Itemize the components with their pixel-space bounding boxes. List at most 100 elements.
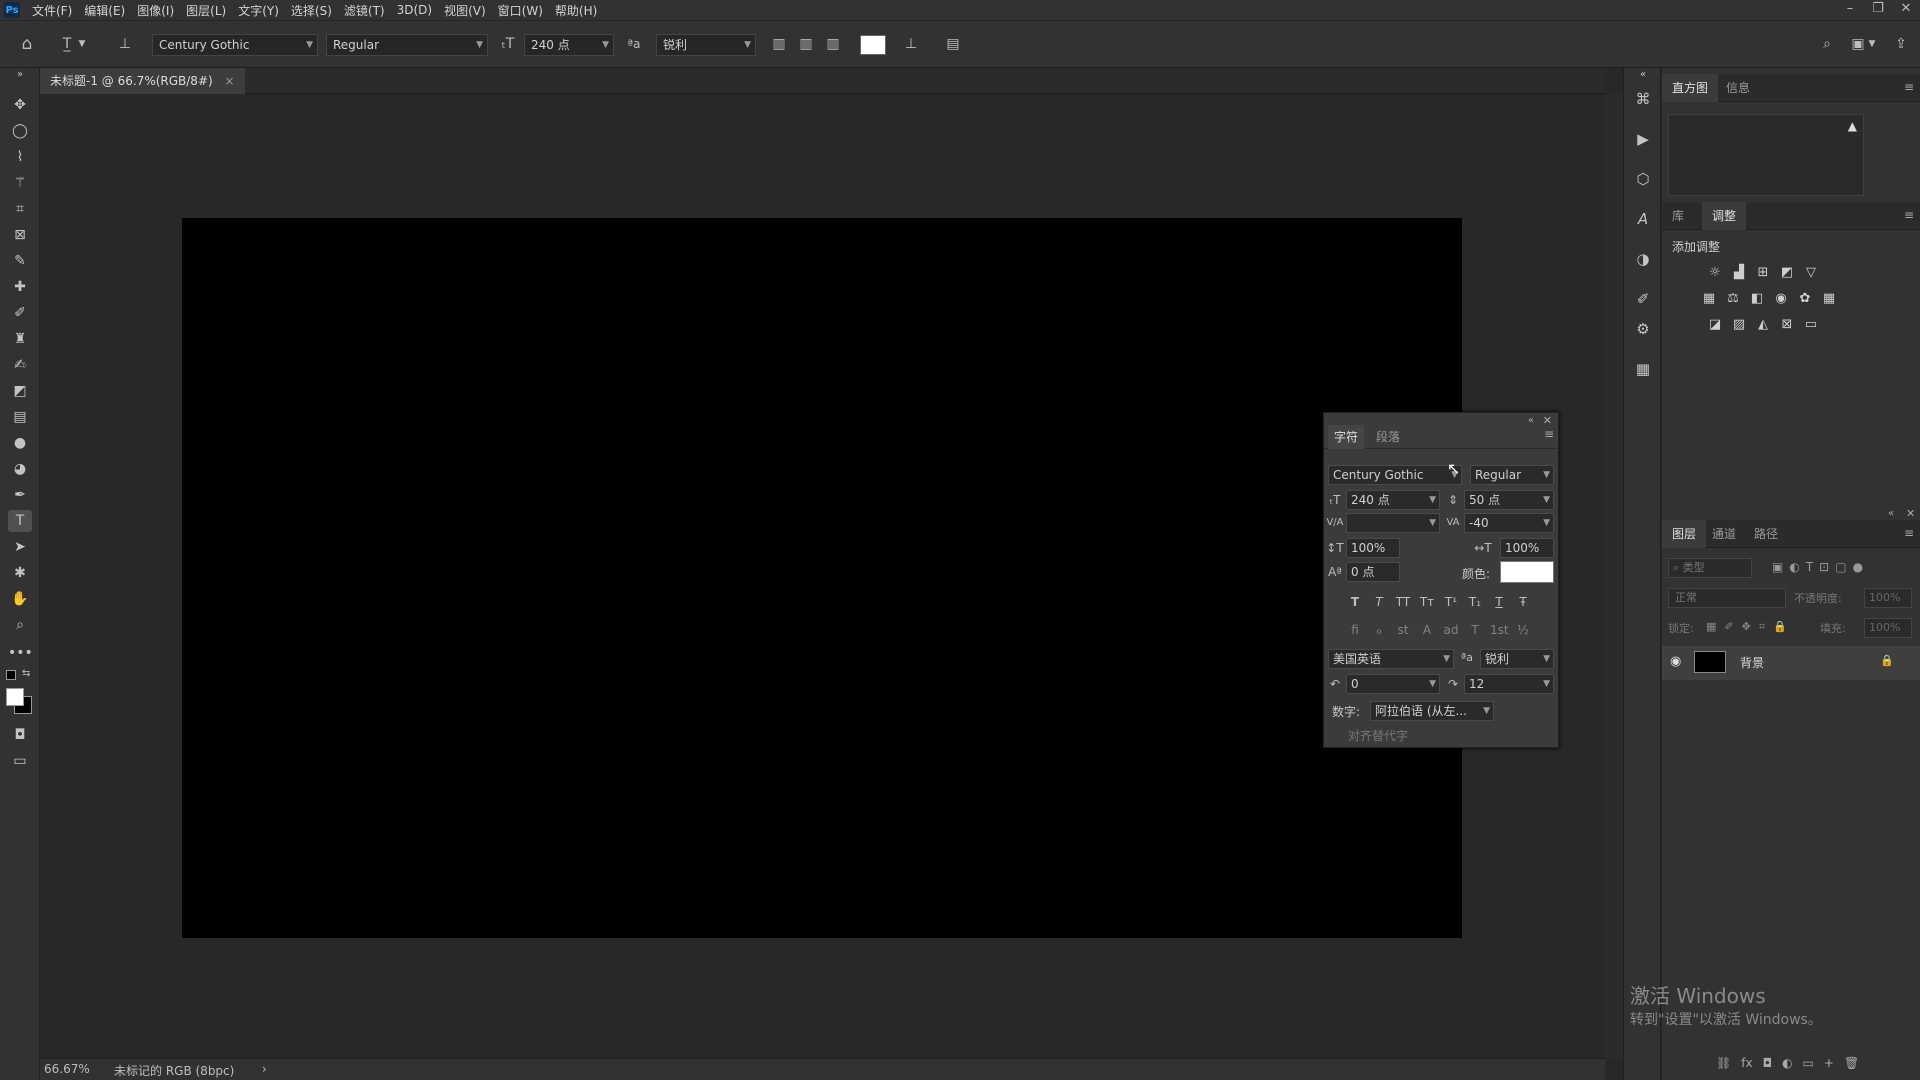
lock-image-icon[interactable]: ✐ [1724,620,1733,634]
swap-colors-icon[interactable]: ⇆ [22,668,30,679]
panel-menu-icon[interactable]: ≡ [1904,526,1914,540]
menu-3d[interactable]: 3D(D) [391,3,438,17]
shape-tool-icon[interactable]: ✱ [8,562,32,584]
color-lookup-adjust-icon[interactable]: ▦ [1820,290,1838,308]
tab-info[interactable]: 信息 [1716,74,1760,102]
warning-icon[interactable]: ▲ [1848,119,1857,133]
brush-tool-icon[interactable]: ✐ [8,302,32,324]
hue-saturation-adjust-icon[interactable]: ▦ [1700,290,1718,308]
invert-adjust-icon[interactable]: ◪ [1706,316,1724,334]
ligature-button[interactable]: ﬁ [1346,621,1364,639]
close-tab-icon[interactable]: × [225,74,235,88]
collapse-strip-icon[interactable]: « [1632,68,1654,82]
discretionary-ligature-button[interactable]: st [1394,621,1412,639]
3d-panel-icon[interactable]: ⬡ [1632,168,1654,190]
more-tools-icon[interactable]: ••• [8,642,33,664]
filter-type-icon[interactable]: T [1806,560,1813,574]
char-kerning-field[interactable]: ▼ [1346,513,1440,533]
photo-filter-adjust-icon[interactable]: ◉ [1772,290,1790,308]
frame-tool-icon[interactable]: ⊠ [8,224,32,246]
add-mask-icon[interactable]: ◘ [1763,1056,1773,1070]
eraser-tool-icon[interactable]: ◩ [8,380,32,402]
fractions-button[interactable]: ½ [1514,621,1532,639]
delete-layer-icon[interactable]: 🗑 [1844,1056,1859,1070]
collapse-toolbar-icon[interactable]: » [8,68,32,82]
underline-button[interactable]: T [1490,593,1508,611]
panel-menu-icon[interactable]: ≡ [1904,208,1914,222]
canvas[interactable] [182,218,1462,938]
gradient-map-adjust-icon[interactable]: ▭ [1802,316,1820,334]
channel-mixer-adjust-icon[interactable]: ✿ [1796,290,1814,308]
menu-help[interactable]: 帮助(H) [549,2,603,19]
char-leading-field[interactable]: 50 点 ▼ [1464,490,1554,510]
layer-filter-select[interactable]: ⌕ 类型 [1668,558,1752,578]
menu-file[interactable]: 文件(F) [26,2,78,19]
filter-adjust-icon[interactable]: ◐ [1789,560,1799,574]
filter-smart-icon[interactable]: ▢ [1835,560,1846,574]
char-baseline-shift-field[interactable]: 0 点 [1346,562,1400,582]
titling-alternates-button[interactable]: T [1466,621,1484,639]
status-menu-arrow[interactable]: › [262,1062,267,1076]
font-style-select[interactable]: Regular ▼ [326,34,488,56]
blur-tool-icon[interactable]: ● [8,432,32,454]
font-family-select[interactable]: Century Gothic ▼ [152,34,318,56]
char-font-family-select[interactable]: Century Gothic ▼ [1328,465,1462,485]
toggle-text-orientation-icon[interactable]: ⊥ [114,34,136,54]
subscript-button[interactable]: T₁ [1466,593,1484,611]
font-size-select[interactable]: 240 点 ▼ [524,34,614,56]
move-tool-icon[interactable]: ✥ [8,94,32,116]
lock-position-icon[interactable]: ✥ [1742,620,1751,634]
menu-window[interactable]: 窗口(W) [492,2,549,19]
align-right-icon[interactable]: ▥ [822,34,844,54]
filter-shape-icon[interactable]: ⊡ [1819,560,1829,574]
strikethrough-button[interactable]: Ŧ [1514,593,1532,611]
eye-icon[interactable]: ◉ [1670,654,1681,669]
path-select-tool-icon[interactable]: ➤ [8,536,32,558]
stamp-tool-icon[interactable]: ♜ [8,328,32,350]
minimize-button[interactable]: – [1836,0,1864,20]
menu-type[interactable]: 文字(Y) [232,2,285,19]
panel-menu-icon[interactable]: ≡ [1904,80,1914,94]
chevron-down-icon[interactable]: ▼ [76,34,88,54]
restore-button[interactable]: ❐ [1864,0,1892,20]
default-colors-icon[interactable] [6,670,16,680]
quick-mask-icon[interactable]: ◘ [8,724,32,746]
exposure-adjust-icon[interactable]: ◩ [1778,264,1796,282]
crop-tool-icon[interactable]: ⌗ [8,198,32,220]
threshold-adjust-icon[interactable]: ◭ [1754,316,1772,334]
char-vertical-scale-field[interactable]: 100% [1346,538,1400,558]
char-language-select[interactable]: 美国英语 ▼ [1328,649,1454,669]
char-digits-select[interactable]: 阿拉伯语 (从左... ▼ [1370,701,1494,721]
type-tool-icon[interactable]: T [8,510,32,532]
tab-histogram[interactable]: 直方图 [1662,74,1719,102]
layer-style-icon[interactable]: fx [1741,1056,1752,1070]
brightness-adjust-icon[interactable]: ☼ [1706,264,1724,282]
properties-panel-icon[interactable]: ⚙ [1632,318,1654,340]
black-white-adjust-icon[interactable]: ◧ [1748,290,1766,308]
tab-adjustments[interactable]: 调整 [1702,202,1747,230]
link-layers-icon[interactable]: ⛓ [1716,1056,1731,1070]
close-panel-icon[interactable]: ✕ [1906,507,1915,520]
text-color-swatch[interactable] [860,35,886,55]
dodge-tool-icon[interactable]: ◕ [8,458,32,480]
antialias-select[interactable]: 锐利 ▼ [656,34,756,56]
panel-menu-icon[interactable]: ≡ [1544,427,1554,441]
menu-layer[interactable]: 图层(L) [180,2,232,19]
color-balance-adjust-icon[interactable]: ⚖ [1724,290,1742,308]
history-brush-tool-icon[interactable]: ✍ [8,354,32,376]
lock-transparent-icon[interactable]: ▦ [1706,620,1716,634]
filter-toggle-icon[interactable]: ● [1853,560,1863,574]
tab-channels[interactable]: 通道 [1702,520,1746,548]
char-horizontal-scale-field[interactable]: 100% [1500,538,1554,558]
healing-brush-tool-icon[interactable]: ✚ [8,276,32,298]
char-font-style-select[interactable]: Regular ▼ [1470,465,1554,485]
vertical-scrollbar[interactable] [1605,94,1623,1058]
collapse-panel-icon[interactable]: « [1888,508,1894,519]
type-tool-preset-icon[interactable]: T̲ [56,34,78,54]
fill-field[interactable]: 100% [1864,618,1912,638]
small-caps-button[interactable]: Tт [1418,593,1436,611]
menu-select[interactable]: 选择(S) [285,2,338,19]
faux-bold-button[interactable]: T [1346,593,1364,611]
lock-artboard-icon[interactable]: ⌗ [1759,620,1765,634]
new-adjustment-icon[interactable]: ◐ [1782,1056,1792,1070]
